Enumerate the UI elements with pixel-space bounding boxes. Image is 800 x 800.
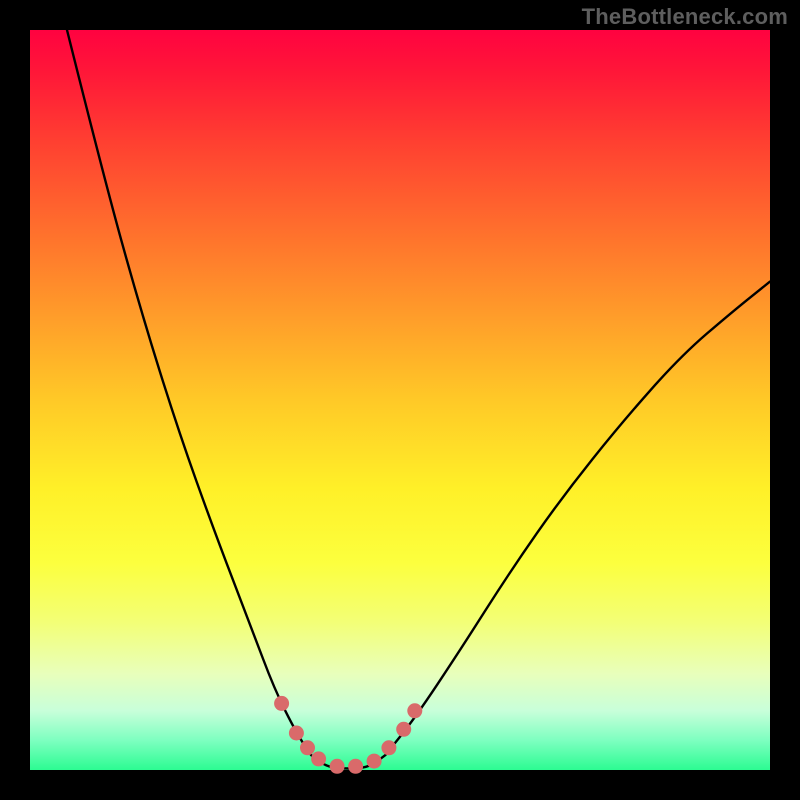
marker-point (274, 696, 289, 711)
chart-frame: TheBottleneck.com (0, 0, 800, 800)
marker-group (274, 696, 422, 774)
marker-point (407, 703, 422, 718)
marker-point (367, 754, 382, 769)
curve-path (67, 30, 770, 769)
marker-point (311, 751, 326, 766)
marker-point (289, 726, 304, 741)
marker-point (330, 759, 345, 774)
curve-svg (30, 30, 770, 770)
marker-point (348, 759, 363, 774)
marker-point (300, 740, 315, 755)
bottleneck-curve (67, 30, 770, 769)
plot-area (30, 30, 770, 770)
marker-point (396, 722, 411, 737)
attribution-text: TheBottleneck.com (582, 4, 788, 30)
marker-point (381, 740, 396, 755)
